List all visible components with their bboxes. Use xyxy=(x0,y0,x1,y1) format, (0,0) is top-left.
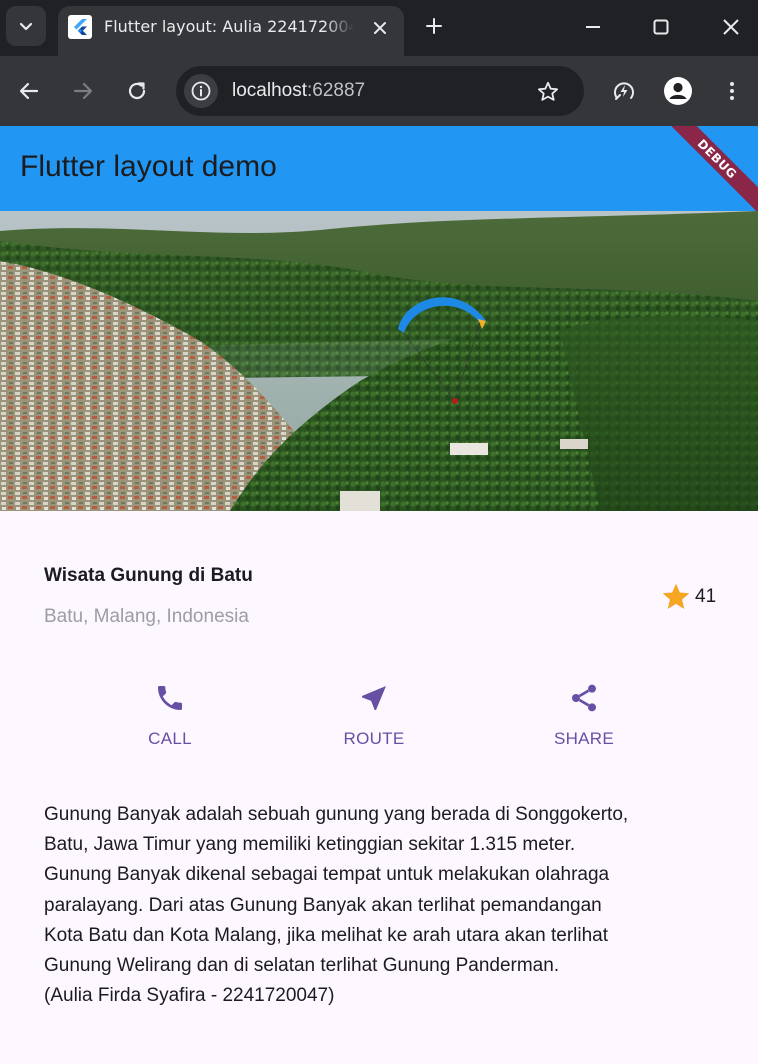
reload-button[interactable] xyxy=(121,75,153,107)
description-text: Gunung Banyak adalah sebuah gunung yang … xyxy=(44,804,629,1007)
plus-icon xyxy=(426,18,442,34)
phone-icon xyxy=(158,686,182,710)
call-button[interactable]: CALL xyxy=(100,680,240,749)
star-icon xyxy=(662,583,690,609)
title-section: Wisata Gunung di Batu Batu, Malang, Indo… xyxy=(0,511,758,661)
navigation-icon xyxy=(362,686,386,710)
url-host: localhost xyxy=(232,80,307,101)
minimize-icon xyxy=(586,26,600,28)
place-location: Batu, Malang, Indonesia xyxy=(44,606,249,627)
tab-search-button[interactable] xyxy=(6,6,46,46)
forward-button[interactable] xyxy=(67,75,99,107)
rating: 41 xyxy=(660,581,716,613)
close-icon xyxy=(374,22,386,34)
reload-icon xyxy=(128,82,146,100)
browser-tab-strip: Flutter layout: Aulia 2241720047 xyxy=(0,0,758,56)
close-window-button[interactable] xyxy=(716,12,746,42)
route-label: ROUTE xyxy=(343,729,405,748)
share-icon xyxy=(572,684,596,712)
new-tab-button[interactable] xyxy=(420,12,448,40)
debug-banner: DEBUG xyxy=(657,126,758,211)
site-info-button[interactable] xyxy=(184,74,218,108)
info-icon xyxy=(191,81,211,101)
star-outline-icon xyxy=(538,81,558,101)
action-button-row: CALL ROUTE SHARE xyxy=(0,680,758,760)
chevron-down-icon xyxy=(19,22,33,31)
flutter-logo-icon xyxy=(68,15,92,39)
browser-tab[interactable]: Flutter layout: Aulia 2241720047 xyxy=(58,6,404,56)
more-vertical-icon xyxy=(730,82,734,100)
close-tab-button[interactable] xyxy=(368,16,392,40)
minimize-button[interactable] xyxy=(578,12,608,42)
hero-image xyxy=(0,211,758,511)
url-port: :62887 xyxy=(307,80,366,101)
share-label: SHARE xyxy=(553,729,615,748)
rating-count: 41 xyxy=(695,586,717,607)
close-icon xyxy=(723,19,739,35)
bookmark-button[interactable] xyxy=(534,78,562,106)
share-button[interactable]: SHARE xyxy=(514,680,654,749)
maximize-button[interactable] xyxy=(646,12,676,42)
back-button[interactable] xyxy=(13,75,45,107)
app-bar: Flutter layout demo DEBUG xyxy=(0,126,758,211)
address-bar[interactable]: localhost:62887 xyxy=(176,66,584,116)
route-button[interactable]: ROUTE xyxy=(304,680,444,749)
performance-button[interactable] xyxy=(608,75,640,107)
energy-saver-icon xyxy=(614,82,634,100)
place-name: Wisata Gunung di Batu xyxy=(44,565,253,586)
call-label: CALL xyxy=(148,729,192,748)
url-text: localhost:62887 xyxy=(232,80,365,102)
arrow-right-icon xyxy=(73,82,93,100)
maximize-icon xyxy=(653,19,669,35)
browser-toolbar: localhost:62887 xyxy=(0,56,758,126)
profile-button[interactable] xyxy=(662,75,694,107)
app-title: Flutter layout demo xyxy=(20,150,277,183)
arrow-left-icon xyxy=(19,82,39,100)
menu-button[interactable] xyxy=(716,75,748,107)
avatar-icon xyxy=(664,77,692,105)
tab-title: Flutter layout: Aulia 2241720047 xyxy=(104,17,354,36)
